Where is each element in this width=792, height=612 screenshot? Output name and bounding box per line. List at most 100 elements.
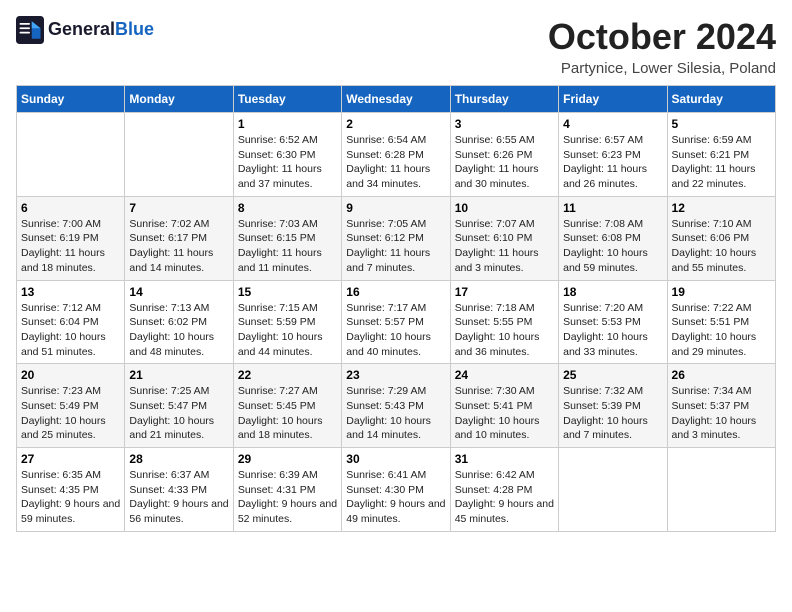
day-number: 3 <box>455 117 554 131</box>
calendar-cell: 15Sunrise: 7:15 AM Sunset: 5:59 PM Dayli… <box>233 280 341 364</box>
page-header: GeneralBlue October 2024 Partynice, Lowe… <box>16 16 776 77</box>
calendar-cell: 27 Sunrise: 6:35 AM Sunset: 4:35 PM Dayli… <box>17 448 125 532</box>
day-number: 28 <box>129 452 228 466</box>
logo: GeneralBlue <box>16 16 154 44</box>
calendar-cell: 22Sunrise: 7:27 AM Sunset: 5:45 PM Dayli… <box>233 364 341 448</box>
calendar-cell <box>559 448 667 532</box>
header-day-wednesday: Wednesday <box>342 86 450 113</box>
day-info: Sunrise: 7:03 AM Sunset: 6:15 PM Dayligh… <box>238 217 337 276</box>
calendar-cell: 4 Sunrise: 6:57 AM Sunset: 6:23 PM Daylig… <box>559 113 667 197</box>
day-info: Sunrise: 6:37 AM Sunset: 4:33 PM Dayligh… <box>129 468 228 527</box>
day-info: Sunrise: 7:32 AM Sunset: 5:39 PM Dayligh… <box>563 384 662 443</box>
title-block: October 2024 Partynice, Lower Silesia, P… <box>548 16 776 77</box>
calendar-week-1: 6 Sunrise: 7:00 AM Sunset: 6:19 PM Daylig… <box>17 196 776 280</box>
day-info: Sunrise: 6:35 AM Sunset: 4:35 PM Dayligh… <box>21 468 120 527</box>
calendar-cell: 30 Sunrise: 6:41 AM Sunset: 4:30 PM Dayli… <box>342 448 450 532</box>
day-number: 31 <box>455 452 554 466</box>
calendar-cell: 14Sunrise: 7:13 AM Sunset: 6:02 PM Dayli… <box>125 280 233 364</box>
day-info: Sunrise: 7:27 AM Sunset: 5:45 PM Dayligh… <box>238 384 337 443</box>
month-title: October 2024 <box>548 16 776 58</box>
day-info: Sunrise: 7:34 AM Sunset: 5:37 PM Dayligh… <box>672 384 771 443</box>
calendar-week-2: 13Sunrise: 7:12 AM Sunset: 6:04 PM Dayli… <box>17 280 776 364</box>
day-number: 16 <box>346 285 445 299</box>
day-number: 10 <box>455 201 554 215</box>
header-day-friday: Friday <box>559 86 667 113</box>
calendar-week-3: 20Sunrise: 7:23 AM Sunset: 5:49 PM Dayli… <box>17 364 776 448</box>
calendar-cell: 3 Sunrise: 6:55 AM Sunset: 6:26 PM Daylig… <box>450 113 558 197</box>
calendar-week-0: 1 Sunrise: 6:52 AM Sunset: 6:30 PM Daylig… <box>17 113 776 197</box>
calendar-cell: 12 Sunrise: 7:10 AM Sunset: 6:06 PM Dayli… <box>667 196 775 280</box>
calendar-cell: 21 Sunrise: 7:25 AM Sunset: 5:47 PM Dayli… <box>125 364 233 448</box>
day-number: 6 <box>21 201 120 215</box>
header-day-thursday: Thursday <box>450 86 558 113</box>
day-info: Sunrise: 7:20 AM Sunset: 5:53 PM Dayligh… <box>563 301 662 360</box>
calendar-cell: 9 Sunrise: 7:05 AM Sunset: 6:12 PM Daylig… <box>342 196 450 280</box>
calendar-cell: 17 Sunrise: 7:18 AM Sunset: 5:55 PM Dayli… <box>450 280 558 364</box>
day-number: 25 <box>563 368 662 382</box>
calendar-cell: 8 Sunrise: 7:03 AM Sunset: 6:15 PM Daylig… <box>233 196 341 280</box>
calendar-cell: 18 Sunrise: 7:20 AM Sunset: 5:53 PM Dayli… <box>559 280 667 364</box>
day-number: 24 <box>455 368 554 382</box>
day-info: Sunrise: 7:18 AM Sunset: 5:55 PM Dayligh… <box>455 301 554 360</box>
day-number: 8 <box>238 201 337 215</box>
calendar-cell: 28 Sunrise: 6:37 AM Sunset: 4:33 PM Dayli… <box>125 448 233 532</box>
day-info: Sunrise: 6:52 AM Sunset: 6:30 PM Dayligh… <box>238 133 337 192</box>
header-day-saturday: Saturday <box>667 86 775 113</box>
day-number: 4 <box>563 117 662 131</box>
day-info: Sunrise: 7:08 AM Sunset: 6:08 PM Dayligh… <box>563 217 662 276</box>
day-number: 1 <box>238 117 337 131</box>
calendar-body: 1 Sunrise: 6:52 AM Sunset: 6:30 PM Daylig… <box>17 113 776 532</box>
header-day-monday: Monday <box>125 86 233 113</box>
day-info: Sunrise: 7:25 AM Sunset: 5:47 PM Dayligh… <box>129 384 228 443</box>
day-number: 11 <box>563 201 662 215</box>
day-info: Sunrise: 6:55 AM Sunset: 6:26 PM Dayligh… <box>455 133 554 192</box>
day-info: Sunrise: 7:00 AM Sunset: 6:19 PM Dayligh… <box>21 217 120 276</box>
day-info: Sunrise: 7:02 AM Sunset: 6:17 PM Dayligh… <box>129 217 228 276</box>
day-number: 5 <box>672 117 771 131</box>
calendar-cell: 31 Sunrise: 6:42 AM Sunset: 4:28 PM Dayli… <box>450 448 558 532</box>
day-info: Sunrise: 6:39 AM Sunset: 4:31 PM Dayligh… <box>238 468 337 527</box>
calendar-cell: 5 Sunrise: 6:59 AM Sunset: 6:21 PM Daylig… <box>667 113 775 197</box>
day-info: Sunrise: 7:22 AM Sunset: 5:51 PM Dayligh… <box>672 301 771 360</box>
day-info: Sunrise: 7:17 AM Sunset: 5:57 PM Dayligh… <box>346 301 445 360</box>
calendar-cell: 6 Sunrise: 7:00 AM Sunset: 6:19 PM Daylig… <box>17 196 125 280</box>
calendar-cell <box>17 113 125 197</box>
header-row: SundayMondayTuesdayWednesdayThursdayFrid… <box>17 86 776 113</box>
day-info: Sunrise: 6:59 AM Sunset: 6:21 PM Dayligh… <box>672 133 771 192</box>
day-number: 27 <box>21 452 120 466</box>
calendar-cell: 2Sunrise: 6:54 AM Sunset: 6:28 PM Daylig… <box>342 113 450 197</box>
day-number: 23 <box>346 368 445 382</box>
day-info: Sunrise: 7:15 AM Sunset: 5:59 PM Dayligh… <box>238 301 337 360</box>
day-number: 17 <box>455 285 554 299</box>
day-info: Sunrise: 6:41 AM Sunset: 4:30 PM Dayligh… <box>346 468 445 527</box>
calendar-table: SundayMondayTuesdayWednesdayThursdayFrid… <box>16 85 776 532</box>
day-info: Sunrise: 7:10 AM Sunset: 6:06 PM Dayligh… <box>672 217 771 276</box>
day-number: 12 <box>672 201 771 215</box>
day-number: 19 <box>672 285 771 299</box>
day-number: 2 <box>346 117 445 131</box>
day-number: 21 <box>129 368 228 382</box>
day-info: Sunrise: 6:57 AM Sunset: 6:23 PM Dayligh… <box>563 133 662 192</box>
day-number: 9 <box>346 201 445 215</box>
day-number: 18 <box>563 285 662 299</box>
day-number: 30 <box>346 452 445 466</box>
day-info: Sunrise: 7:07 AM Sunset: 6:10 PM Dayligh… <box>455 217 554 276</box>
calendar-cell: 10 Sunrise: 7:07 AM Sunset: 6:10 PM Dayli… <box>450 196 558 280</box>
calendar-cell: 11 Sunrise: 7:08 AM Sunset: 6:08 PM Dayli… <box>559 196 667 280</box>
calendar-cell: 20Sunrise: 7:23 AM Sunset: 5:49 PM Dayli… <box>17 364 125 448</box>
calendar-week-4: 27 Sunrise: 6:35 AM Sunset: 4:35 PM Dayli… <box>17 448 776 532</box>
calendar-cell <box>667 448 775 532</box>
header-day-tuesday: Tuesday <box>233 86 341 113</box>
calendar-header: SundayMondayTuesdayWednesdayThursdayFrid… <box>17 86 776 113</box>
calendar-cell: 29Sunrise: 6:39 AM Sunset: 4:31 PM Dayli… <box>233 448 341 532</box>
day-info: Sunrise: 7:05 AM Sunset: 6:12 PM Dayligh… <box>346 217 445 276</box>
calendar-cell: 19 Sunrise: 7:22 AM Sunset: 5:51 PM Dayli… <box>667 280 775 364</box>
day-info: Sunrise: 7:23 AM Sunset: 5:49 PM Dayligh… <box>21 384 120 443</box>
day-info: Sunrise: 7:13 AM Sunset: 6:02 PM Dayligh… <box>129 301 228 360</box>
day-info: Sunrise: 6:42 AM Sunset: 4:28 PM Dayligh… <box>455 468 554 527</box>
day-number: 7 <box>129 201 228 215</box>
calendar-cell: 13Sunrise: 7:12 AM Sunset: 6:04 PM Dayli… <box>17 280 125 364</box>
calendar-cell: 24Sunrise: 7:30 AM Sunset: 5:41 PM Dayli… <box>450 364 558 448</box>
calendar-cell: 7 Sunrise: 7:02 AM Sunset: 6:17 PM Daylig… <box>125 196 233 280</box>
location: Partynice, Lower Silesia, Poland <box>548 60 776 77</box>
